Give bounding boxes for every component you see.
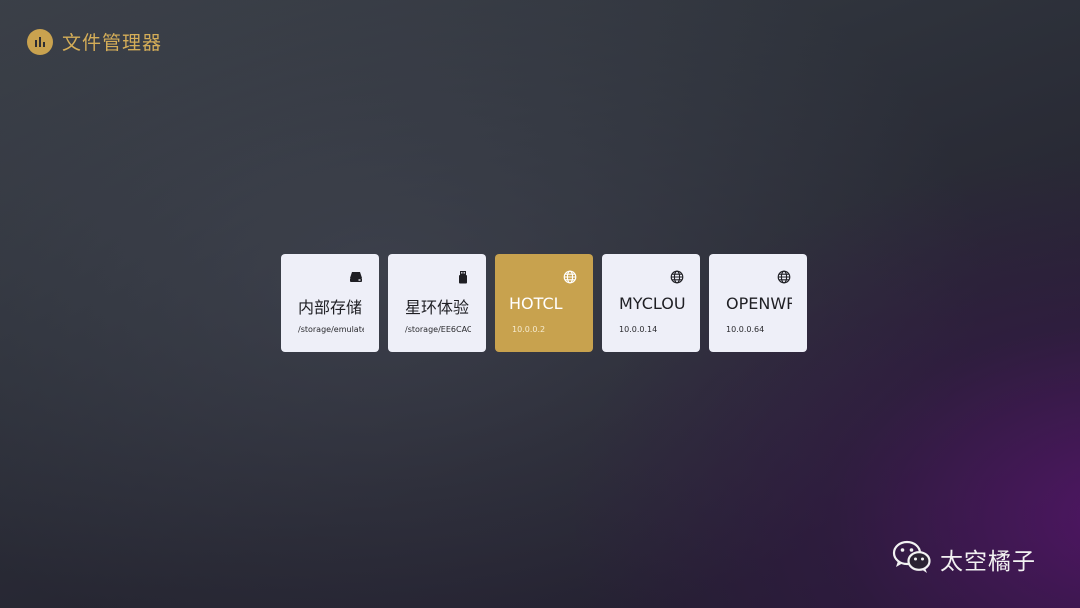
globe-icon xyxy=(563,269,577,284)
storage-cards: 内部存储 /storage/emulated 星环体验 /storage/EE6… xyxy=(281,254,807,352)
network-card-mycloud[interactable]: MYCLOUD 10.0.0.14 xyxy=(602,254,700,352)
card-path: 10.0.0.2 xyxy=(512,325,546,334)
card-path: 10.0.0.64 xyxy=(726,325,765,334)
app-title: 文件管理器 xyxy=(62,32,163,54)
wechat-icon xyxy=(892,540,932,578)
globe-icon xyxy=(670,269,684,284)
network-card-hotcl[interactable]: HOTCL 10.0.0.2 xyxy=(495,254,593,352)
usb-drive-icon xyxy=(456,269,470,284)
network-card-openwrt[interactable]: OPENWRT 10.0.0.64 xyxy=(709,254,807,352)
card-path: /storage/emulated xyxy=(298,325,364,334)
card-name: OPENWRT xyxy=(726,294,792,313)
card-path: 10.0.0.14 xyxy=(619,325,658,334)
card-name: 内部存储 xyxy=(298,298,363,317)
hard-drive-icon xyxy=(349,269,363,283)
watermark-text: 太空橘子 xyxy=(940,549,1036,575)
card-name: HOTCL xyxy=(509,294,563,313)
app-header: 文件管理器 xyxy=(27,28,162,55)
globe-icon xyxy=(777,269,791,284)
watermark: 太空橘子 xyxy=(892,540,1036,578)
storage-card-usb[interactable]: 星环体验 /storage/EE6CACE xyxy=(388,254,486,352)
card-name: 星环体验 xyxy=(405,298,470,317)
bar-chart-icon xyxy=(27,28,53,55)
card-path: /storage/EE6CACE xyxy=(405,325,471,334)
card-name: MYCLOUD xyxy=(619,294,685,313)
storage-card-internal[interactable]: 内部存储 /storage/emulated xyxy=(281,254,379,352)
